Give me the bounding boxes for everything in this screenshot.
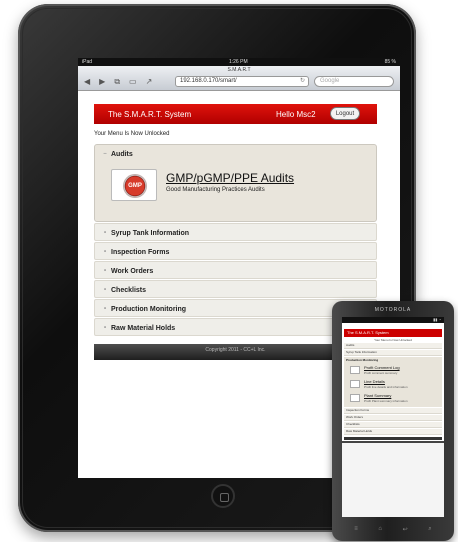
phone-item-subtitle: Profit comment summary: [364, 371, 398, 375]
bookmarks-icon[interactable]: ▭: [129, 77, 137, 87]
tabs-icon[interactable]: ⧉: [114, 77, 120, 87]
menu-section-work-orders[interactable]: • Work Orders: [94, 261, 377, 279]
phone-item-title[interactable]: Profit Comment Log: [364, 365, 400, 370]
phone-item-title[interactable]: Plant Summary: [364, 393, 391, 398]
report-icon: [350, 394, 360, 402]
report-icon: [350, 380, 360, 388]
home-button[interactable]: [211, 484, 235, 508]
phone-brand: MOTOROLA: [374, 307, 412, 313]
phone-app-header: The S.M.A.R.T. System: [344, 329, 442, 337]
collapse-bullet-icon: –: [103, 151, 107, 157]
expand-bullet-icon: •: [103, 287, 107, 293]
home-square-icon: [220, 493, 229, 502]
url-field[interactable]: 192.168.0.170/smart/ ↻: [175, 76, 309, 87]
phone-nav-keys: ≡ ⌂ ↩ ⌕: [344, 526, 442, 533]
home-key-icon[interactable]: ⌂: [378, 526, 382, 533]
browser-toolbar: S.M.A.R.T ◀ ▶ ⧉ ▭ ↗ 192.168.0.170/smart/…: [78, 66, 400, 91]
back-icon[interactable]: ◀: [84, 77, 90, 87]
menu-section-checklists[interactable]: • Checklists: [94, 280, 377, 298]
clock: 1:26 PM: [228, 59, 248, 65]
phone-menu-row[interactable]: Syrup Tank Information: [344, 350, 442, 356]
phone-status-bar: ▮▮ ◔: [342, 317, 444, 323]
gmp-logo: GMP: [111, 169, 157, 201]
phone-screen: ▮▮ ◔ The S.M.A.R.T. System Your Menu Is …: [342, 317, 444, 517]
phone-item-subtitle: Profit line details and information: [364, 385, 408, 389]
browser-nav-buttons: ◀ ▶ ⧉ ▭ ↗: [84, 77, 152, 87]
phone-list-item[interactable]: Line Details Profit line details and inf…: [344, 377, 442, 391]
section-label: Checklists: [111, 286, 147, 294]
reload-icon[interactable]: ↻: [300, 77, 305, 86]
phone-menu-row[interactable]: Audits: [344, 343, 442, 349]
expand-bullet-icon: •: [103, 230, 107, 236]
phone-list-item[interactable]: Plant Summary Profit Plant summary infor…: [344, 391, 442, 405]
forward-icon[interactable]: ▶: [99, 77, 105, 87]
phone-list-item[interactable]: Profit Comment Log Profit comment summar…: [344, 363, 442, 377]
android-phone: MOTOROLA ▮▮ ◔ The S.M.A.R.T. System Your…: [332, 301, 454, 541]
search-key-icon[interactable]: ⌕: [428, 526, 431, 533]
section-label: Syrup Tank Information: [111, 229, 190, 237]
phone-menu-row[interactable]: Raw Material Holds: [344, 429, 442, 435]
share-icon[interactable]: ↗: [146, 77, 153, 87]
phone-menu-row[interactable]: Work Orders: [344, 415, 442, 421]
battery-indicator: 85 %: [384, 59, 396, 65]
section-label: Inspection Forms: [111, 248, 170, 256]
phone-production-section: Production Monitoring Profit Comment Log…: [344, 357, 442, 407]
audits-section: – Audits GMP GMP/pGMP/PPE Audits Good Ma…: [94, 144, 377, 222]
search-field[interactable]: Google: [314, 76, 394, 87]
url-text: 192.168.0.170/smart/: [180, 78, 237, 84]
greeting-text: Hello Msc2: [276, 110, 316, 119]
audits-label: Audits: [111, 150, 133, 158]
browser-page-title: S.M.A.R.T: [227, 67, 251, 73]
logout-button[interactable]: Logout: [330, 107, 360, 120]
unlock-message: Your Menu Is Now Unlocked: [94, 131, 170, 137]
audits-header[interactable]: – Audits: [95, 145, 376, 163]
phone-menu-row[interactable]: Checklists: [344, 422, 442, 428]
gmp-logo-icon: GMP: [123, 174, 147, 198]
menu-section-syrup-tank[interactable]: • Syrup Tank Information: [94, 223, 377, 241]
phone-unlock-message: Your Menu Is Now Unlocked: [374, 338, 412, 342]
phone-footer: [344, 437, 442, 440]
expand-bullet-icon: •: [103, 268, 107, 274]
report-icon: [350, 366, 360, 374]
back-key-icon[interactable]: ↩: [403, 526, 408, 533]
expand-bullet-icon: •: [103, 306, 107, 312]
menu-section-inspection-forms[interactable]: • Inspection Forms: [94, 242, 377, 260]
gmp-audits-link[interactable]: GMP/pGMP/PPE Audits: [166, 171, 294, 185]
expand-bullet-icon: •: [103, 325, 107, 331]
gmp-audits-description: Good Manufacturing Practices Audits: [166, 187, 265, 193]
status-bar: iPad 1:26 PM 85 %: [78, 58, 400, 66]
gmp-audits-item[interactable]: GMP GMP/pGMP/PPE Audits Good Manufacturi…: [111, 169, 371, 205]
app-header: The S.M.A.R.T. System Hello Msc2 Logout: [94, 104, 377, 124]
phone-blank-area: [342, 441, 444, 517]
section-label: Raw Material Holds: [111, 324, 176, 332]
phone-menu-row[interactable]: Inspection Forms: [344, 408, 442, 414]
device-label: iPad: [82, 59, 93, 65]
section-label: Work Orders: [111, 267, 154, 275]
menu-key-icon[interactable]: ≡: [354, 526, 358, 533]
app-title: The S.M.A.R.T. System: [108, 110, 192, 119]
section-label: Production Monitoring: [111, 305, 187, 313]
phone-item-title[interactable]: Line Details: [364, 379, 385, 384]
phone-item-subtitle: Profit Plant summary information: [364, 399, 408, 403]
expand-bullet-icon: •: [103, 249, 107, 255]
